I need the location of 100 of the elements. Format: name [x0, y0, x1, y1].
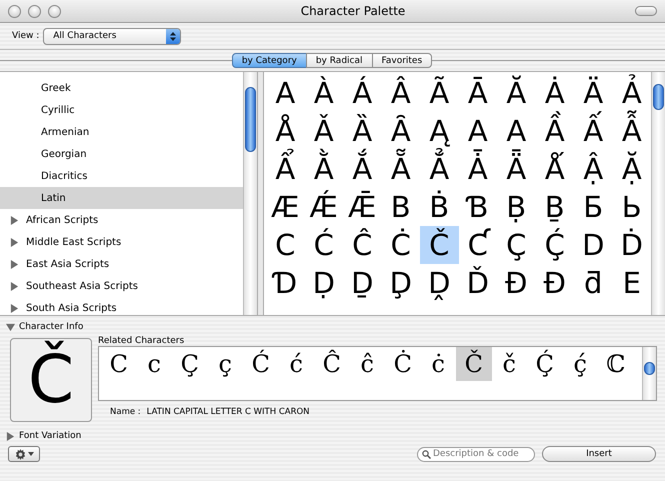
view-dropdown[interactable]: All Characters — [43, 28, 182, 44]
disclosure-right-icon[interactable] — [10, 238, 19, 246]
character-cell[interactable]: Ǟ — [497, 150, 536, 188]
related-character[interactable]: č — [492, 347, 527, 381]
scroll-bar[interactable] — [243, 72, 258, 315]
character-cell[interactable]: Ā — [458, 74, 497, 112]
scroll-bar[interactable] — [642, 347, 656, 400]
character-cell[interactable]: Ḉ — [536, 226, 574, 264]
category-item[interactable]: Diacritics — [0, 165, 244, 187]
character-cell[interactable]: Ḋ — [612, 226, 651, 264]
character-cell[interactable]: D — [574, 226, 612, 264]
tab[interactable]: Favorites — [372, 53, 432, 68]
character-cell[interactable]: Ẫ — [612, 112, 651, 150]
tab[interactable]: by Radical — [306, 53, 372, 68]
related-character[interactable]: ḉ — [562, 347, 598, 381]
character-cell[interactable]: E — [612, 264, 651, 302]
character-cell[interactable]: Ã — [420, 74, 458, 112]
related-character[interactable]: ċ — [420, 347, 456, 381]
character-cell[interactable]: A — [266, 74, 304, 112]
character-cell[interactable]: Ď — [458, 264, 497, 302]
category-group[interactable]: Southeast Asia Scripts — [26, 280, 138, 292]
related-character[interactable]: Ċ — [385, 347, 420, 381]
character-cell[interactable]: Đ — [497, 264, 536, 302]
split-handle[interactable] — [258, 72, 263, 315]
character-cell[interactable]: Ȧ — [536, 74, 574, 112]
disclosure-down-icon[interactable] — [6, 322, 15, 332]
character-cell[interactable]: Ĉ — [343, 226, 382, 264]
window-control-button[interactable] — [48, 4, 61, 18]
character-cell[interactable]: Â — [382, 74, 420, 112]
related-character[interactable]: Ć — [243, 347, 278, 381]
related-character[interactable]: ć — [278, 347, 314, 381]
character-cell[interactable]: A — [458, 112, 497, 150]
related-character[interactable]: Ḉ — [527, 347, 562, 381]
character-cell[interactable]: Ầ — [536, 112, 574, 150]
character-cell[interactable]: Ċ — [382, 226, 420, 264]
character-cell[interactable]: Ẩ — [266, 150, 304, 188]
character-cell[interactable]: A — [497, 112, 536, 150]
window-control-button[interactable] — [8, 4, 21, 18]
character-cell[interactable]: Ẵ — [382, 150, 420, 188]
character-cell[interactable]: Ɗ — [266, 264, 304, 302]
character-cell[interactable]: Ḑ — [382, 264, 420, 302]
disclosure-right-icon[interactable] — [10, 260, 19, 268]
disclosure-right-icon[interactable] — [10, 304, 19, 312]
character-cell[interactable]: Ă — [497, 74, 536, 112]
category-group[interactable]: South Asia Scripts — [26, 302, 117, 314]
related-character[interactable]: ç — [208, 347, 243, 381]
category-group[interactable]: Middle East Scripts — [26, 236, 122, 248]
window-control-button[interactable] — [28, 4, 41, 18]
character-cell[interactable]: Ð — [536, 264, 574, 302]
disclosure-right-icon[interactable] — [10, 282, 19, 290]
related-character[interactable]: Ç — [172, 347, 208, 381]
character-cell[interactable]: B — [382, 188, 420, 226]
character-cell[interactable]: Ḇ — [536, 188, 574, 226]
character-cell[interactable]: Ǡ — [458, 150, 497, 188]
character-cell[interactable]: Ậ — [574, 150, 612, 188]
category-item[interactable]: Armenian — [0, 121, 244, 143]
character-cell[interactable]: À — [304, 74, 343, 112]
disclosure-right-icon[interactable] — [10, 216, 19, 224]
category-group[interactable]: East Asia Scripts — [26, 258, 110, 270]
character-cell[interactable]: Ƈ — [458, 226, 497, 264]
related-character[interactable]: C — [101, 347, 136, 381]
related-character[interactable]: ĉ — [350, 347, 385, 381]
character-cell[interactable]: Ȁ — [343, 112, 382, 150]
character-cell[interactable]: Ằ — [304, 150, 343, 188]
scroll-bar[interactable] — [651, 72, 665, 315]
character-cell[interactable]: Ȃ — [382, 112, 420, 150]
related-character[interactable]: Ĉ — [314, 347, 350, 381]
character-cell[interactable]: Ǻ — [536, 150, 574, 188]
character-cell[interactable]: Ḅ — [497, 188, 536, 226]
related-character[interactable]: Č — [456, 347, 492, 381]
character-cell[interactable]: Ḍ — [304, 264, 343, 302]
character-cell[interactable]: Ǎ — [304, 112, 343, 150]
character-cell[interactable]: Ç — [497, 226, 536, 264]
character-cell[interactable]: Ḏ — [343, 264, 382, 302]
character-cell[interactable]: ƌ — [574, 264, 612, 302]
character-cell[interactable]: Ć — [304, 226, 343, 264]
character-cell[interactable]: Ь — [612, 188, 651, 226]
character-cell[interactable]: Æ — [266, 188, 304, 226]
character-cell[interactable]: Č — [420, 226, 458, 264]
insert-button[interactable]: Insert — [542, 446, 656, 462]
character-cell[interactable]: Ǣ — [343, 188, 382, 226]
character-cell[interactable]: Ẳ — [420, 150, 458, 188]
character-cell[interactable]: Å — [266, 112, 304, 150]
category-group[interactable]: African Scripts — [26, 214, 98, 226]
character-cell[interactable]: Ắ — [343, 150, 382, 188]
toolbar-toggle-button[interactable] — [635, 6, 657, 16]
category-item[interactable]: Greek — [0, 77, 244, 99]
character-cell[interactable]: Ä — [574, 74, 612, 112]
tab[interactable]: by Category — [232, 53, 307, 68]
gear-menu-button[interactable] — [8, 446, 40, 462]
category-item[interactable]: Latin — [0, 187, 244, 209]
category-item[interactable]: Cyrillic — [0, 99, 244, 121]
character-cell[interactable]: Б — [574, 188, 612, 226]
character-cell[interactable]: Ấ — [574, 112, 612, 150]
search-field[interactable]: Description & code — [417, 446, 535, 462]
related-character[interactable]: c — [136, 347, 172, 381]
category-item[interactable]: Georgian — [0, 143, 244, 165]
character-cell[interactable]: Ǽ — [304, 188, 343, 226]
character-cell[interactable]: Ặ — [612, 150, 651, 188]
character-cell[interactable]: Ɓ — [458, 188, 497, 226]
